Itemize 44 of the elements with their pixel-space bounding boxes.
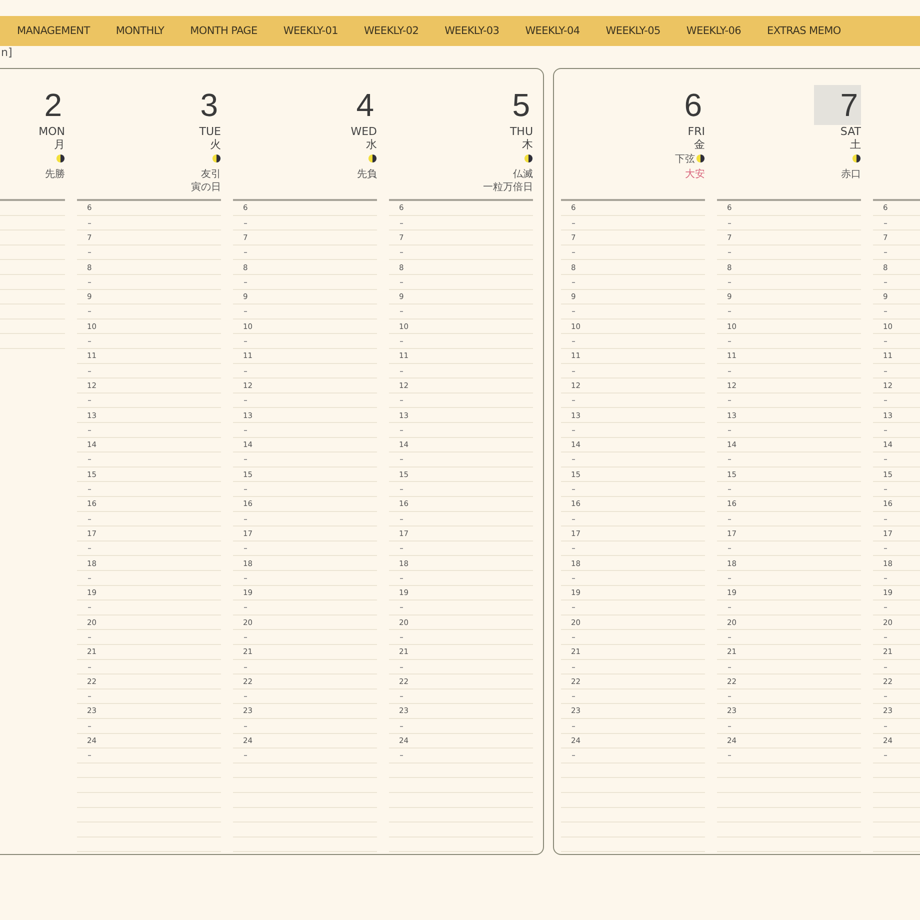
half-moon-icon — [212, 154, 221, 163]
date-number[interactable]: 4 — [330, 85, 377, 125]
tab[interactable]: WEEKLY-06 — [683, 25, 752, 37]
date-number[interactable]: 3 — [174, 85, 221, 125]
tab[interactable]: WEEKLY-04 — [522, 25, 591, 37]
rokuyo-label: 赤口 — [841, 168, 861, 181]
weekday-kanji: 火 — [210, 138, 221, 152]
weekday-label: THU — [510, 125, 533, 138]
tab[interactable]: EXTRAS MEMO — [764, 25, 852, 37]
rokuyo-label: 先勝 — [45, 168, 65, 181]
date-number[interactable]: 7 — [814, 85, 861, 125]
weekday-label: WED — [350, 125, 377, 138]
tab[interactable]: WEEKLY-02 — [360, 25, 430, 37]
day-note: 寅の日 — [191, 181, 221, 194]
weekday-kanji: 金 — [694, 138, 705, 152]
weekday-kanji: 水 — [366, 138, 377, 152]
date-number[interactable]: 2 — [18, 85, 65, 125]
weekday-label: MON — [38, 125, 65, 138]
weekday-kanji: 木 — [522, 138, 533, 152]
date-number[interactable]: 6 — [658, 85, 705, 125]
half-moon-icon — [368, 154, 377, 163]
weekday-label: TUE — [199, 125, 221, 138]
date-number[interactable]: 5 — [486, 85, 533, 125]
rokuyo-label: 大安 — [685, 168, 705, 181]
weekday-kanji: 月 — [54, 138, 65, 152]
moon-phase-label: 下弦 — [675, 152, 695, 166]
half-moon-icon — [56, 154, 65, 163]
weekday-label: FRI — [688, 125, 705, 138]
tab[interactable]: WEEKLY-01 — [280, 25, 349, 37]
day-note: 一粒万倍日 — [483, 181, 533, 194]
rokuyo-label: 仏滅 — [513, 168, 533, 181]
weekday-kanji: 土 — [850, 138, 861, 152]
rokuyo-label: 友引 — [201, 168, 221, 181]
half-moon-icon — [696, 154, 705, 163]
tab[interactable]: WEEKLY-05 — [602, 25, 672, 37]
half-moon-icon — [524, 154, 533, 163]
rokuyo-label: 先負 — [357, 168, 377, 181]
tab[interactable]: MONTHLY — [112, 25, 176, 37]
half-moon-icon — [852, 154, 861, 163]
tab[interactable]: WEEKLY-03 — [442, 25, 510, 37]
page-label: n] — [0, 46, 14, 61]
tab[interactable]: MONTH PAGE — [187, 25, 268, 37]
weekday-label: SAT — [840, 125, 861, 138]
tab[interactable]: MANAGEMENT — [14, 25, 101, 37]
